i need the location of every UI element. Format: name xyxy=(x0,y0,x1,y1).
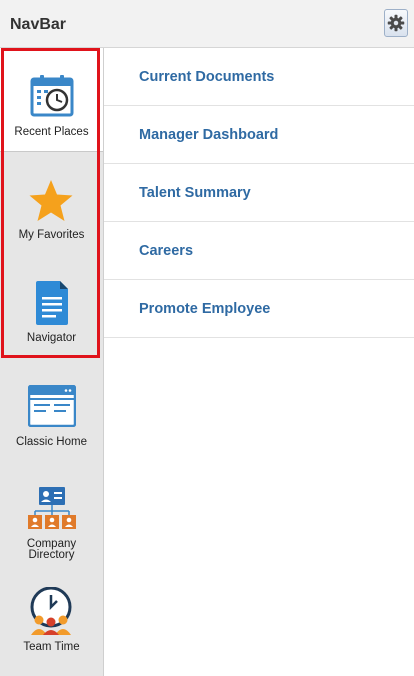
settings-button[interactable] xyxy=(384,9,408,37)
star-icon xyxy=(29,180,73,221)
list-item[interactable]: Careers xyxy=(104,222,414,280)
page-title: NavBar xyxy=(10,16,67,33)
list-item[interactable]: Promote Employee xyxy=(104,280,414,338)
gear-icon xyxy=(387,14,405,32)
sidebar-item-label: My Favorites xyxy=(18,229,85,241)
sidebar-item-company-directory[interactable]: Company Directory xyxy=(0,460,103,563)
list-item-link[interactable]: Talent Summary xyxy=(139,185,251,201)
list-item[interactable]: Manager Dashboard xyxy=(104,106,414,164)
list-item-link[interactable]: Manager Dashboard xyxy=(139,127,278,143)
list-item[interactable]: Current Documents xyxy=(104,48,414,106)
browser-window-icon xyxy=(28,385,76,427)
calendar-clock-icon xyxy=(30,75,74,117)
sidebar-item-team-time[interactable]: Team Time xyxy=(0,563,103,676)
sidebar-item-label: Team Time xyxy=(23,641,80,653)
navbar-sidebar: Recent Places My Favorites Navigator Cla… xyxy=(0,48,104,676)
recent-places-list: Current Documents Manager Dashboard Tale… xyxy=(104,48,414,338)
org-chart-icon xyxy=(28,487,76,529)
sidebar-item-label: Recent Places xyxy=(14,126,89,138)
list-item-link[interactable]: Current Documents xyxy=(139,69,274,85)
team-clock-icon xyxy=(30,587,72,635)
sidebar-item-label: Navigator xyxy=(26,332,77,344)
sidebar-item-my-favorites[interactable]: My Favorites xyxy=(0,151,103,254)
sidebar-item-label: Company Directory xyxy=(26,538,77,561)
sidebar-item-label: Classic Home xyxy=(16,436,87,448)
sidebar-item-navigator[interactable]: Navigator xyxy=(0,254,103,357)
list-item-link[interactable]: Careers xyxy=(139,243,193,259)
navbar-header: NavBar xyxy=(0,0,414,48)
list-item[interactable]: Talent Summary xyxy=(104,164,414,222)
sidebar-item-classic-home[interactable]: Classic Home xyxy=(0,357,103,460)
sidebar-item-recent-places[interactable]: Recent Places xyxy=(0,48,103,152)
list-item-link[interactable]: Promote Employee xyxy=(139,301,270,317)
document-icon xyxy=(36,281,68,325)
